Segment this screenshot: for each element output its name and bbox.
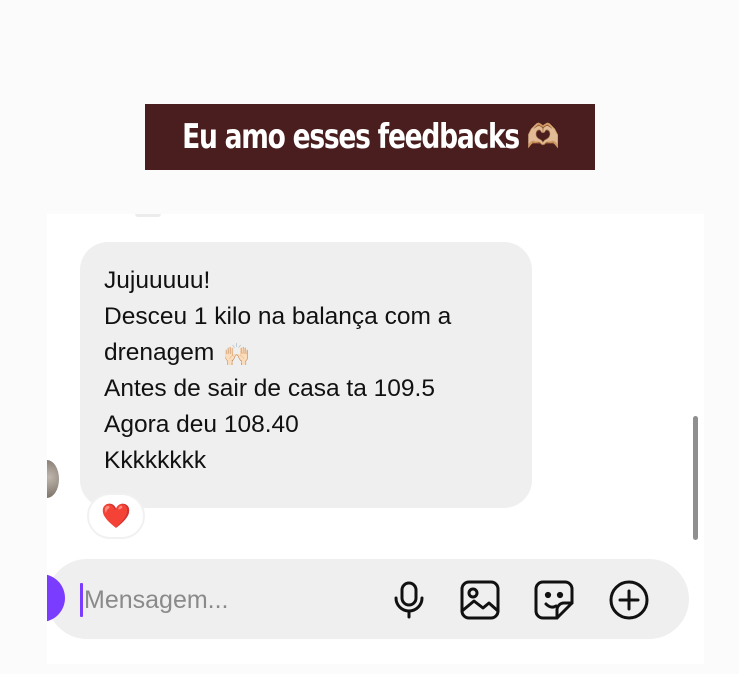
raising-hands-emoji: 🙌🏻	[223, 342, 251, 367]
scrollbar[interactable]	[693, 416, 698, 540]
image-gallery-icon	[459, 579, 501, 621]
voice-message-button[interactable]	[387, 578, 431, 622]
message-line-text: drenagem	[104, 339, 215, 366]
story-caption-banner: Eu amo esses feedbacks 🫶🏼	[145, 104, 595, 170]
caption-text: Eu amo esses feedbacks 🫶🏼	[181, 117, 560, 157]
message-line: Jujuuuuu!	[104, 267, 211, 294]
sticker-icon	[533, 579, 575, 621]
message-line: drenagem 🙌🏻	[104, 335, 510, 371]
previous-message-edge	[135, 214, 161, 217]
message-line: Desceu 1 kilo na balança com a	[104, 303, 452, 330]
message-composer	[47, 559, 689, 639]
microphone-icon	[392, 580, 426, 620]
message-line: Antes de sair de casa ta 109.5	[104, 375, 435, 402]
received-message-bubble[interactable]: Jujuuuuu! Desceu 1 kilo na balança com a…	[80, 242, 532, 508]
more-options-button[interactable]	[607, 578, 651, 622]
message-input[interactable]	[82, 580, 384, 620]
message-line: Kkkkkkkk	[104, 447, 207, 474]
message-line: Agora deu 108.40	[104, 411, 299, 438]
sender-avatar[interactable]	[47, 460, 59, 498]
chat-screenshot: Jujuuuuu! Desceu 1 kilo na balança com a…	[47, 214, 704, 664]
sticker-button[interactable]	[532, 578, 576, 622]
heart-reaction[interactable]: ❤️	[89, 495, 143, 537]
gallery-button[interactable]	[458, 578, 502, 622]
add-circle-icon	[608, 579, 650, 621]
camera-button[interactable]	[47, 574, 65, 622]
